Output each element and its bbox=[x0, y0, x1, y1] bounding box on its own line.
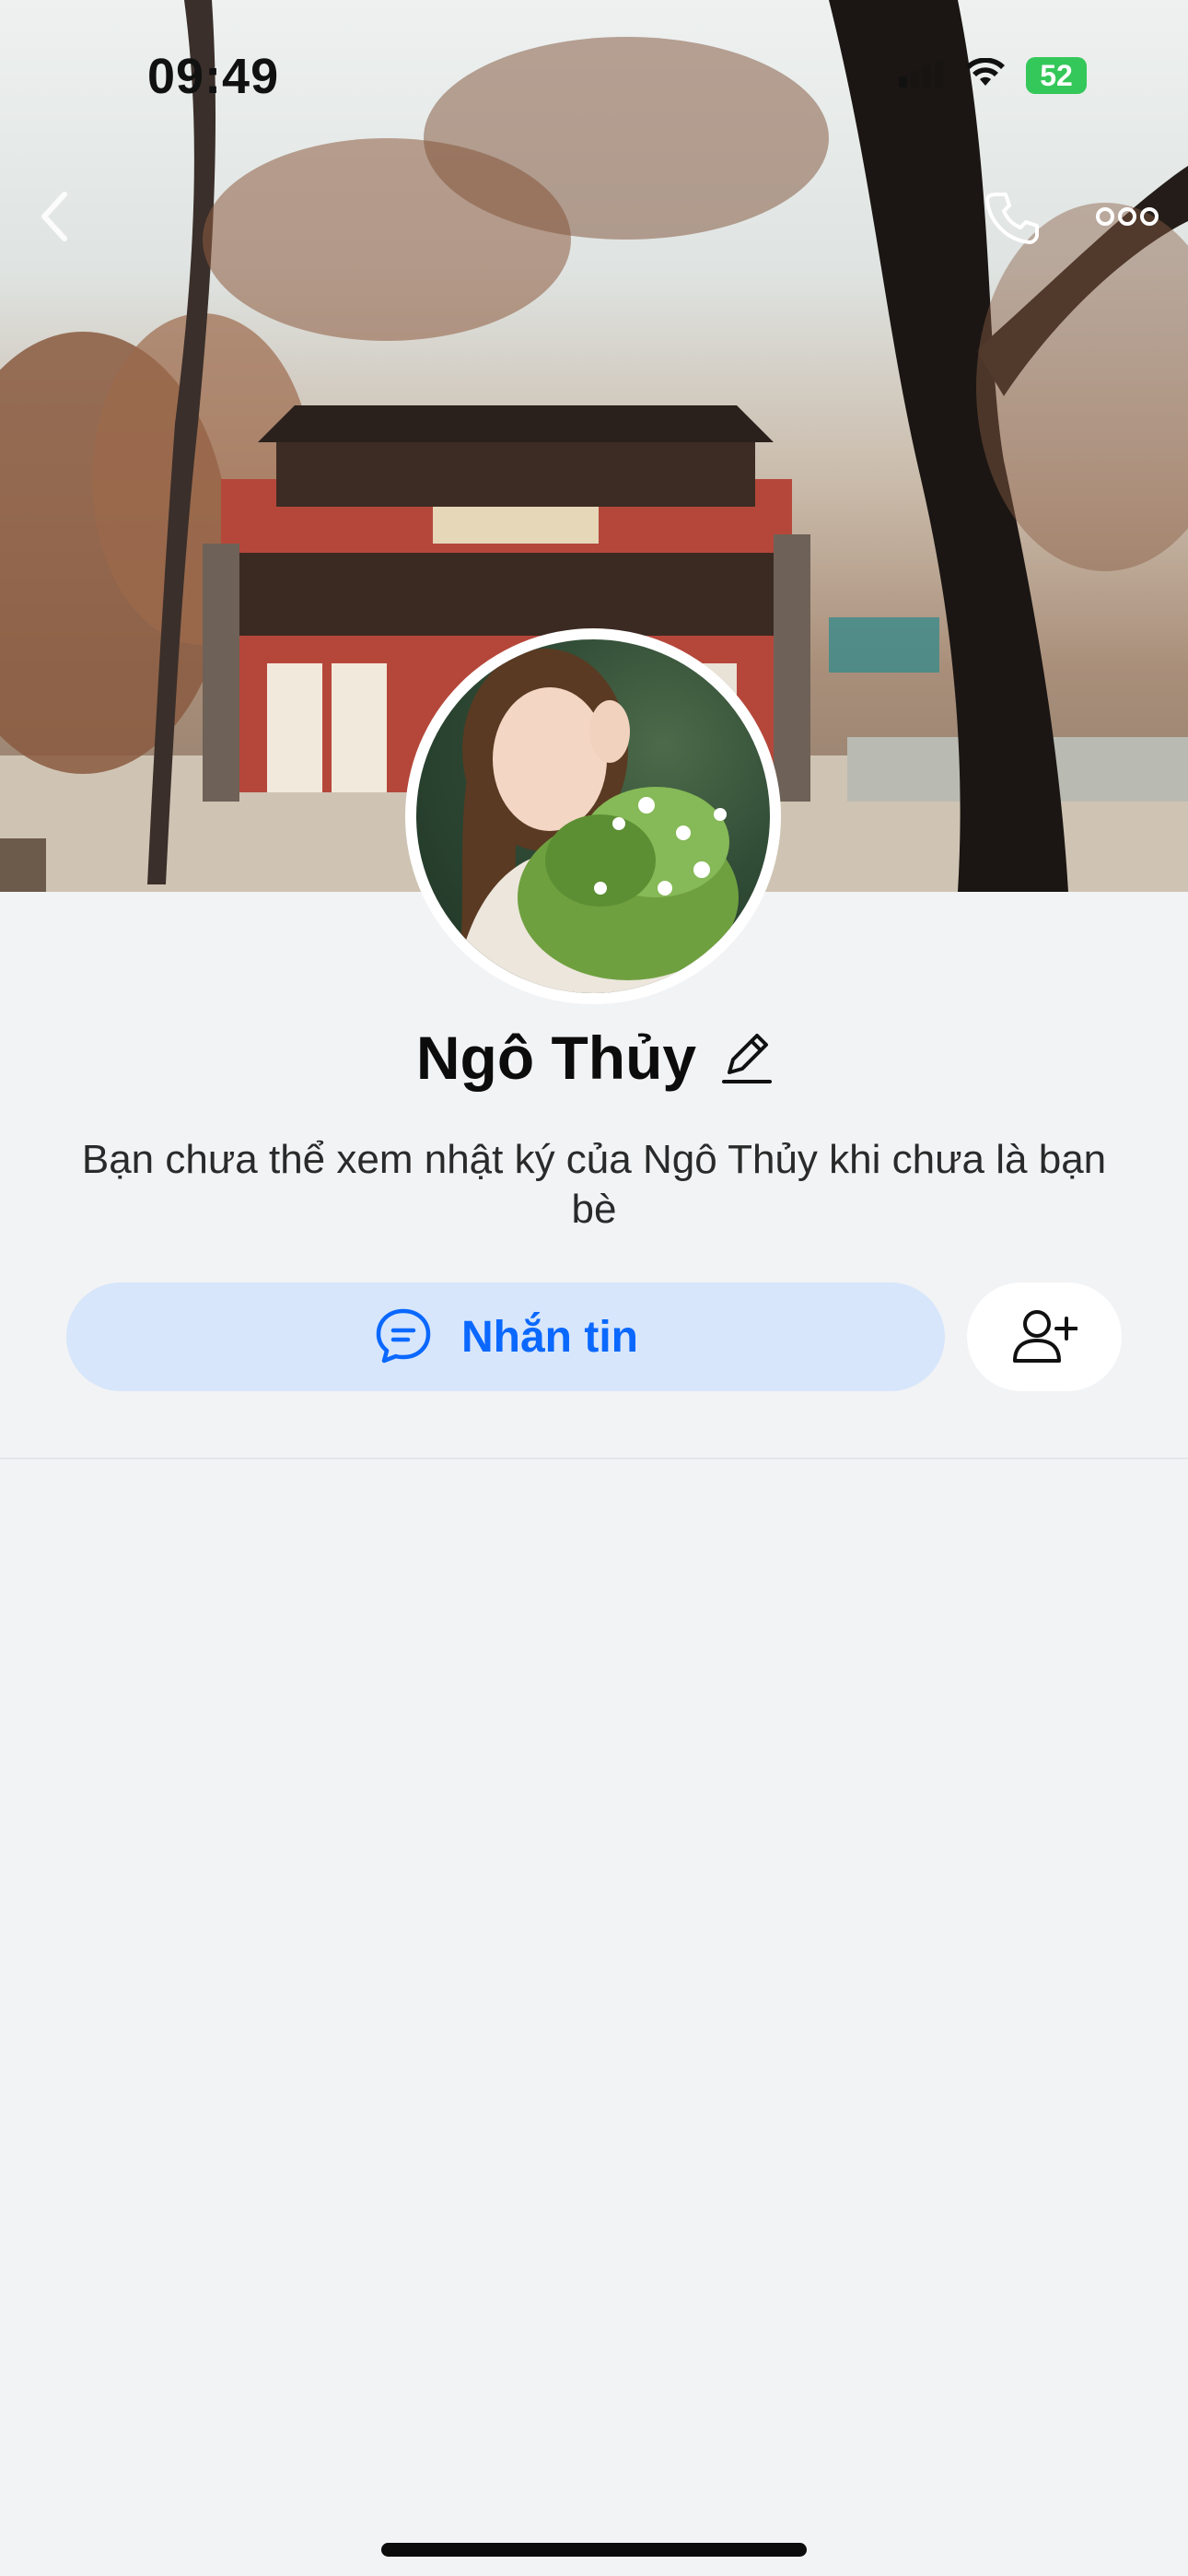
section-divider bbox=[0, 1458, 1188, 1459]
header-actions bbox=[984, 189, 1160, 249]
phone-icon[interactable] bbox=[984, 189, 1039, 249]
privacy-notice: Bạn chưa thể xem nhật ký của Ngô Thủy kh… bbox=[81, 1137, 1107, 1232]
status-bar: 09:49 52 bbox=[0, 0, 1188, 147]
wifi-icon bbox=[965, 56, 1006, 94]
chat-bubble-icon bbox=[373, 1306, 434, 1369]
profile-name-row: Ngô Thủy bbox=[0, 1023, 1188, 1093]
message-button-label: Nhắn tin bbox=[461, 1312, 638, 1362]
avatar-photo bbox=[416, 639, 770, 993]
avatar[interactable] bbox=[405, 628, 781, 1004]
user-plus-icon bbox=[1011, 1307, 1078, 1367]
chevron-left-icon[interactable] bbox=[37, 189, 74, 249]
message-button[interactable]: Nhắn tin bbox=[66, 1282, 945, 1391]
pencil-icon[interactable] bbox=[720, 1026, 773, 1090]
more-horizontal-icon[interactable] bbox=[1094, 205, 1160, 232]
cellular-signal-icon bbox=[899, 59, 945, 92]
profile-name: Ngô Thủy bbox=[415, 1024, 697, 1092]
home-indicator[interactable] bbox=[381, 2543, 807, 2557]
battery-indicator: 52 bbox=[1026, 57, 1087, 94]
add-friend-button[interactable] bbox=[967, 1282, 1122, 1391]
status-time: 09:49 bbox=[147, 49, 280, 104]
status-icons: 52 bbox=[899, 56, 1087, 94]
